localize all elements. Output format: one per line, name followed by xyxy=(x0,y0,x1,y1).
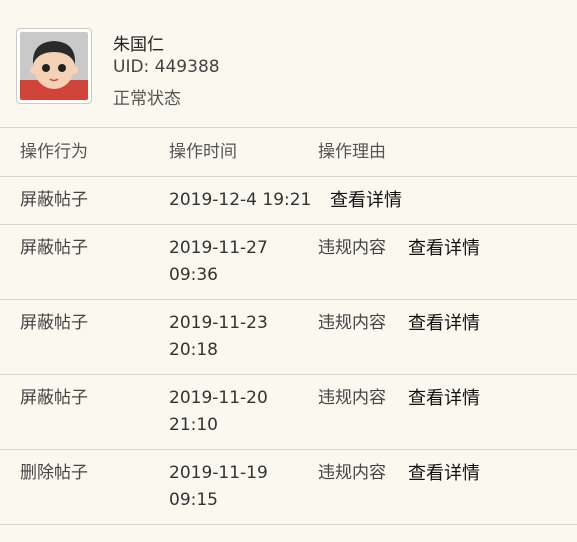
row-time: 2019-11-20 21:10 xyxy=(169,385,268,439)
row-action: 屏蔽帖子 xyxy=(20,190,88,210)
row-action: 屏蔽帖子 xyxy=(20,238,88,258)
operation-log-table: 操作行为 操作时间 操作理由 屏蔽帖子 2019-12-4 19:21 查看详情… xyxy=(0,128,577,525)
row-time-line1: 2019-11-27 xyxy=(169,238,268,258)
view-details-link[interactable]: 查看详情 xyxy=(408,460,480,487)
row-time-line2: 09:36 xyxy=(169,265,218,285)
row-reason: 违规内容 xyxy=(318,388,386,408)
avatar[interactable] xyxy=(16,28,92,104)
row-action: 屏蔽帖子 xyxy=(20,313,88,333)
row-time-line2: 09:15 xyxy=(169,490,218,510)
user-status: 正常状态 xyxy=(113,89,181,109)
view-details-link[interactable]: 查看详情 xyxy=(408,385,480,412)
row-time-line1: 2019-11-23 xyxy=(169,313,268,333)
user-uid: UID: 449388 xyxy=(113,57,220,77)
row-time: 2019-11-19 09:15 xyxy=(169,460,268,514)
cartoon-boy-avatar-icon xyxy=(20,32,88,100)
row-time-line1: 2019-11-20 xyxy=(169,388,268,408)
row-time-line1: 2019-12-4 19:21 xyxy=(169,190,312,210)
row-reason: 违规内容 xyxy=(318,238,386,258)
view-details-link[interactable]: 查看详情 xyxy=(408,235,480,262)
row-time: 2019-11-23 20:18 xyxy=(169,310,268,364)
row-time: 2019-12-4 19:21 xyxy=(169,187,311,214)
user-profile-header: 朱国仁 UID: 449388 正常状态 xyxy=(0,0,577,128)
header-time: 操作时间 xyxy=(169,142,237,162)
header-reason: 操作理由 xyxy=(318,142,386,162)
table-row: 屏蔽帖子 2019-12-4 19:21 查看详情 xyxy=(0,177,577,225)
table-header-row: 操作行为 操作时间 操作理由 xyxy=(0,128,577,177)
table-row: 屏蔽帖子 2019-11-27 09:36 违规内容 查看详情 xyxy=(0,225,577,300)
user-name: 朱国仁 xyxy=(113,35,164,55)
row-time-line2: 21:10 xyxy=(169,415,218,435)
table-row: 屏蔽帖子 2019-11-20 21:10 违规内容 查看详情 xyxy=(0,375,577,450)
row-time: 2019-11-27 09:36 xyxy=(169,235,268,289)
row-time-line1: 2019-11-19 xyxy=(169,463,268,483)
row-action: 屏蔽帖子 xyxy=(20,388,88,408)
row-reason: 违规内容 xyxy=(318,313,386,333)
row-action: 删除帖子 xyxy=(20,463,88,483)
header-action: 操作行为 xyxy=(20,142,88,162)
view-details-link[interactable]: 查看详情 xyxy=(408,310,480,337)
view-details-link[interactable]: 查看详情 xyxy=(330,187,402,214)
row-time-line2: 20:18 xyxy=(169,340,218,360)
table-row: 屏蔽帖子 2019-11-23 20:18 违规内容 查看详情 xyxy=(0,300,577,375)
table-row: 删除帖子 2019-11-19 09:15 违规内容 查看详情 xyxy=(0,450,577,525)
row-reason: 违规内容 xyxy=(318,463,386,483)
